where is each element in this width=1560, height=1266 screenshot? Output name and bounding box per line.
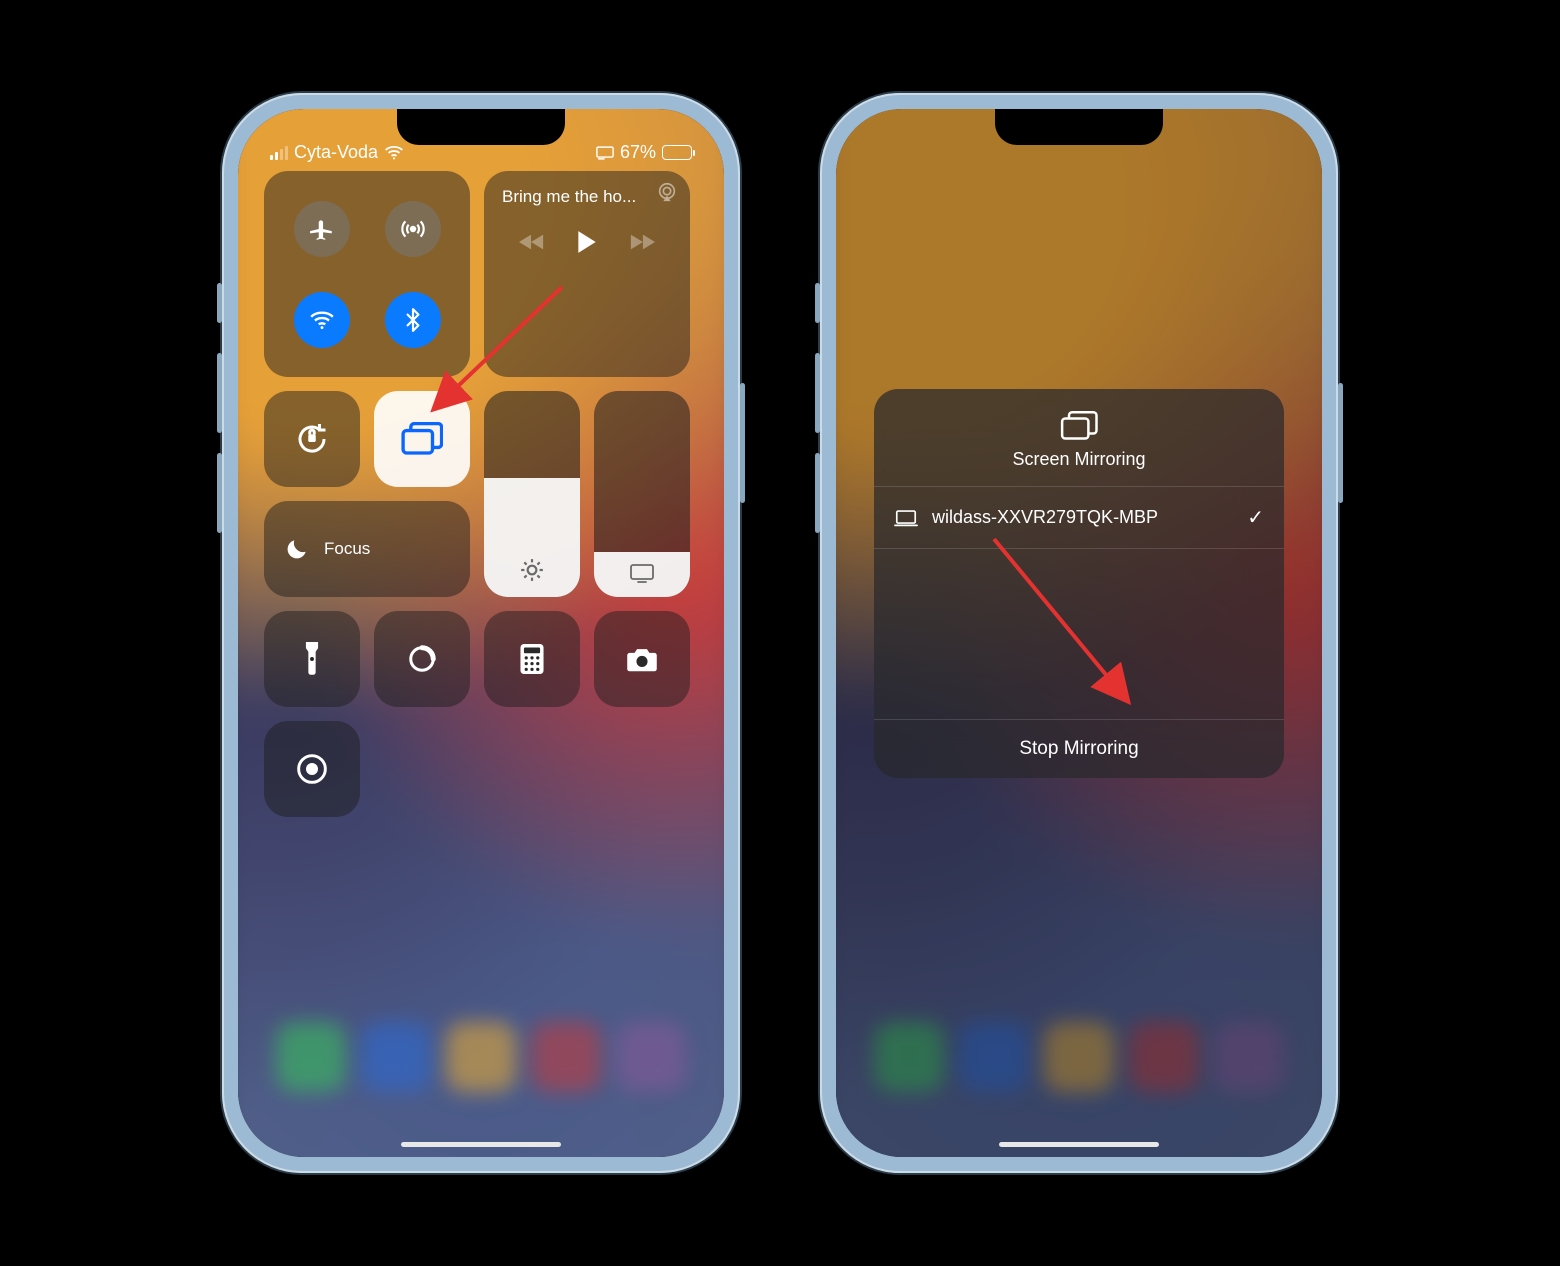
timer-icon <box>407 644 437 674</box>
iphone-left: Cyta-Voda 67% <box>222 93 740 1173</box>
bluetooth-toggle[interactable] <box>385 292 441 348</box>
cellular-data-toggle[interactable] <box>385 201 441 257</box>
mirroring-device-name: wildass-XXVR279TQK-MBP <box>932 507 1158 528</box>
prev-track-button[interactable] <box>519 232 545 252</box>
orientation-lock-toggle[interactable] <box>264 391 360 487</box>
stop-mirroring-label: Stop Mirroring <box>1019 738 1138 759</box>
now-playing-title: Bring me the ho... <box>502 187 672 207</box>
now-playing-module[interactable]: Bring me the ho... <box>484 171 690 377</box>
calculator-icon <box>520 644 544 674</box>
battery-icon <box>662 145 692 160</box>
calculator-button[interactable] <box>484 611 580 707</box>
volume-up-button[interactable] <box>815 353 820 433</box>
notch <box>397 109 565 145</box>
play-button[interactable] <box>575 229 599 255</box>
cellular-signal-icon <box>270 146 288 160</box>
timer-button[interactable] <box>374 611 470 707</box>
laptop-icon <box>894 509 918 527</box>
next-track-button[interactable] <box>629 232 655 252</box>
screen-mirroring-title: Screen Mirroring <box>884 449 1274 470</box>
airplane-mode-toggle[interactable] <box>294 201 350 257</box>
antenna-icon <box>400 216 426 242</box>
screen-record-button[interactable] <box>264 721 360 817</box>
carrier-label: Cyta-Voda <box>294 142 378 163</box>
focus-toggle[interactable]: Focus <box>264 501 470 597</box>
flashlight-button[interactable] <box>264 611 360 707</box>
connectivity-module[interactable] <box>264 171 470 377</box>
bluetooth-icon <box>400 307 426 333</box>
ring-silent-switch[interactable] <box>217 283 222 323</box>
camera-icon <box>626 646 658 672</box>
mirroring-device-row[interactable]: wildass-XXVR279TQK-MBP ✓ <box>874 486 1284 549</box>
volume-down-button[interactable] <box>815 453 820 533</box>
moon-icon <box>284 536 310 562</box>
volume-down-button[interactable] <box>217 453 222 533</box>
battery-pct: 67% <box>620 142 656 163</box>
brightness-icon <box>519 557 545 583</box>
screen-mirroring-icon <box>1060 411 1098 441</box>
airplay-audio-icon[interactable] <box>656 181 678 203</box>
ring-silent-switch[interactable] <box>815 283 820 323</box>
camera-button[interactable] <box>594 611 690 707</box>
home-indicator[interactable] <box>401 1142 561 1147</box>
focus-label: Focus <box>324 539 370 559</box>
brightness-slider[interactable] <box>484 391 580 597</box>
screen-mirroring-status-icon <box>596 146 614 160</box>
wifi-toggle[interactable] <box>294 292 350 348</box>
volume-up-button[interactable] <box>217 353 222 433</box>
mirroring-empty-area <box>874 549 1284 719</box>
screen-mirroring-toggle[interactable] <box>374 391 470 487</box>
wifi-status-icon <box>384 145 404 160</box>
wifi-icon <box>309 307 335 333</box>
flashlight-icon <box>301 642 323 676</box>
volume-slider[interactable] <box>594 391 690 597</box>
iphone-right: Screen Mirroring wildass-XXVR279TQK-MBP … <box>820 93 1338 1173</box>
notch <box>995 109 1163 145</box>
home-indicator[interactable] <box>999 1142 1159 1147</box>
screen-mirroring-icon <box>401 422 443 456</box>
orientation-lock-icon <box>294 421 330 457</box>
screen-mirroring-panel: Screen Mirroring wildass-XXVR279TQK-MBP … <box>874 389 1284 778</box>
side-button[interactable] <box>740 383 745 503</box>
stop-mirroring-button[interactable]: Stop Mirroring <box>874 719 1284 778</box>
screen-record-icon <box>296 753 328 785</box>
checkmark-icon: ✓ <box>1247 505 1264 530</box>
side-button[interactable] <box>1338 383 1343 503</box>
airplane-icon <box>309 216 335 242</box>
screen-mirroring-volume-icon <box>629 563 655 583</box>
